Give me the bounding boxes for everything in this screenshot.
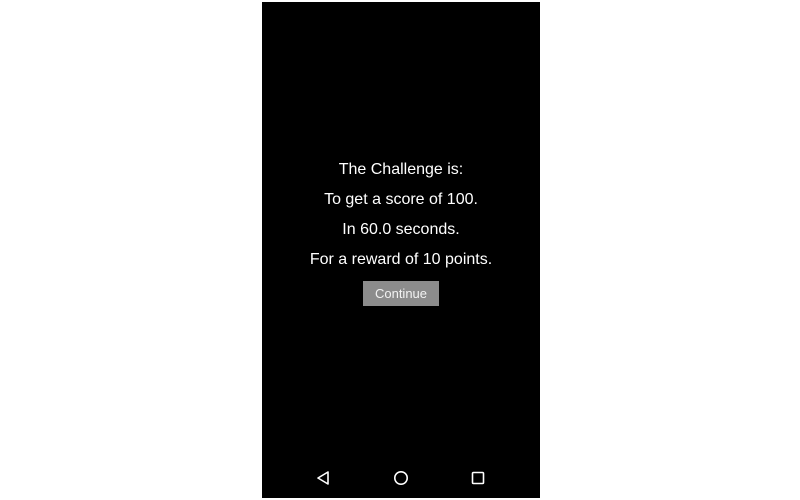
home-button[interactable] <box>391 468 411 488</box>
recents-button[interactable] <box>468 468 488 488</box>
home-circle-icon <box>394 471 408 485</box>
continue-button[interactable]: Continue <box>363 281 439 306</box>
back-triangle-icon <box>317 471 329 485</box>
challenge-reward-text: For a reward of 10 points. <box>309 251 493 268</box>
back-button[interactable] <box>313 468 333 488</box>
challenge-time-text: In 60.0 seconds. <box>342 221 460 238</box>
android-nav-bar <box>262 458 540 498</box>
recents-square-icon <box>471 471 485 485</box>
challenge-panel: The Challenge is: To get a score of 100.… <box>262 155 540 306</box>
challenge-score-text: To get a score of 100. <box>324 191 478 208</box>
challenge-heading: The Challenge is: <box>338 161 464 178</box>
phone-screen: The Challenge is: To get a score of 100.… <box>262 2 540 498</box>
